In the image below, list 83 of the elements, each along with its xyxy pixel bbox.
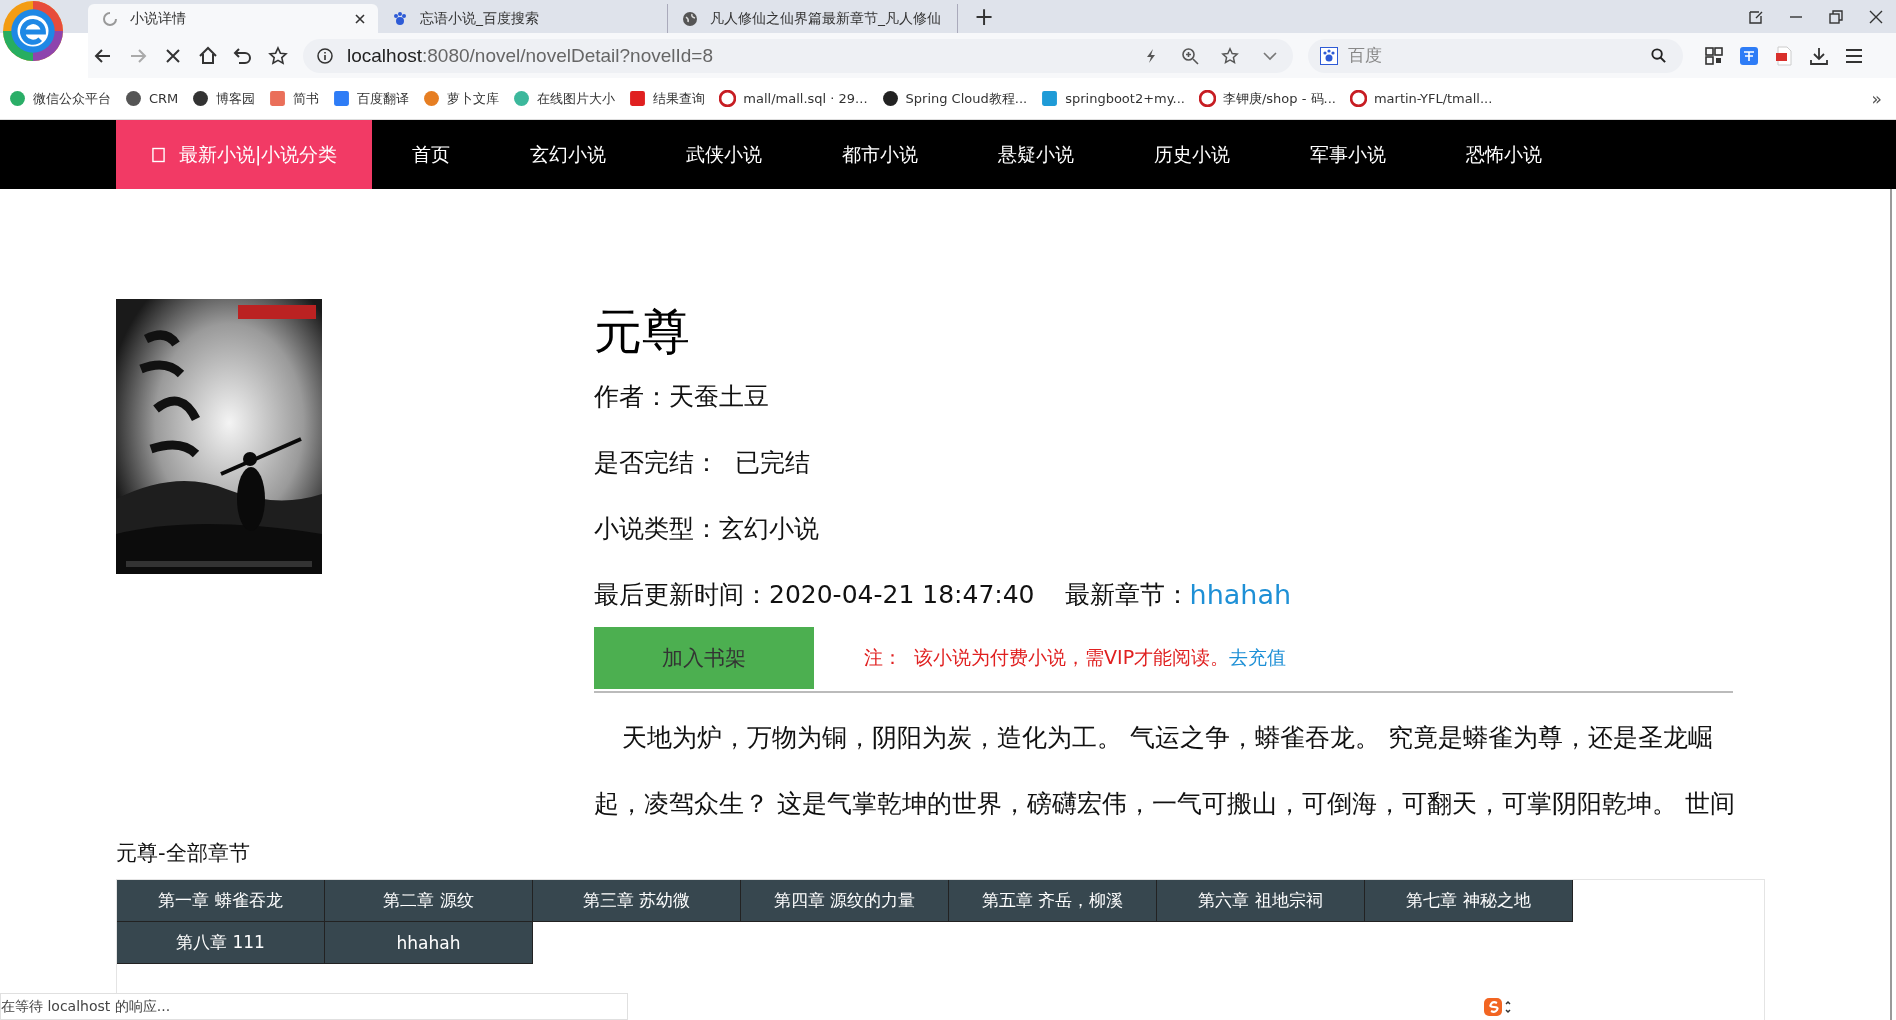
update-time-text: 最后更新时间：2020-04-21 18:47:40 xyxy=(594,579,1035,611)
square-icon xyxy=(269,90,287,107)
input-method-icon[interactable] xyxy=(1484,997,1514,1017)
square-icon xyxy=(629,90,647,107)
vip-notice-text: 注： 该小说为付费小说，需VIP才能阅读。 xyxy=(864,645,1230,670)
bookmark-link[interactable]: martin-YFL/tmall... xyxy=(1349,90,1493,107)
paw-icon xyxy=(392,10,408,27)
search-icon[interactable] xyxy=(1650,47,1667,64)
bookmark-link[interactable]: 百度翻译 xyxy=(333,89,410,108)
search-field[interactable]: 百度 xyxy=(1308,38,1683,73)
browser-tab[interactable]: 小说详情 xyxy=(88,4,378,33)
undo-icon[interactable] xyxy=(233,45,253,66)
paw-icon xyxy=(1320,46,1338,65)
chapter-link[interactable]: 第五章 齐岳，柳溪 xyxy=(949,880,1157,922)
bookmark-link[interactable]: CRM xyxy=(125,90,179,107)
circle-icon xyxy=(423,90,441,107)
bookmark-link[interactable]: mall/mall.sql · 29... xyxy=(719,90,868,107)
recharge-link[interactable]: 去充值 xyxy=(1229,645,1287,671)
description-text: 天地为炉，万物为铜，阴阳为炭，造化为工。 气运之争，蟒雀吞龙。 究竟是蟒雀为尊，还是圣龙崛 xyxy=(621,722,1714,754)
square-icon xyxy=(152,146,165,163)
chapters-heading: 元尊-全部章节 xyxy=(116,840,251,867)
nav-link[interactable]: 悬疑小说 xyxy=(958,120,1115,189)
chapter-link[interactable]: 第三章 苏幼微 xyxy=(533,880,741,922)
bookmark-link[interactable]: 李钾庚/shop - 码... xyxy=(1198,89,1336,108)
bookmark-link[interactable]: Spring Cloud教程... xyxy=(881,89,1028,108)
latest-chapter-label: 最新章节： xyxy=(1064,579,1190,611)
close-icon[interactable] xyxy=(354,12,366,25)
bookmark-link[interactable]: 萝卜文库 xyxy=(423,89,500,108)
author-text: 作者：天蚕土豆 xyxy=(594,381,770,413)
restore-icon[interactable] xyxy=(1828,8,1844,25)
search-input[interactable]: 百度 xyxy=(1346,44,1634,67)
zoom-icon[interactable] xyxy=(1181,46,1199,65)
pdf-icon[interactable] xyxy=(1774,45,1794,66)
bookmark-link[interactable]: 微信公众平台 xyxy=(9,89,111,108)
nav-link[interactable]: 武侠小说 xyxy=(646,120,803,189)
finished-status-text: 是否完结： 已完结 xyxy=(594,447,811,479)
nav-link[interactable]: 恐怖小说 xyxy=(1426,120,1583,189)
scrollbar[interactable] xyxy=(1890,189,1892,1020)
nav-link[interactable]: 玄幻小说 xyxy=(490,120,647,189)
bookmark-link[interactable]: springboot2+my... xyxy=(1041,90,1185,107)
bookmark-link[interactable]: 结果查询 xyxy=(629,89,706,108)
translate-icon[interactable] xyxy=(1739,45,1759,66)
description-text: 起，凌驾众生？ 这是气掌乾坤的世界，磅礴宏伟，一气可搬山，可倒海，可翻天，可掌阴阳乾坤。 世间 xyxy=(594,788,1733,820)
close-icon[interactable] xyxy=(1868,8,1884,25)
qr-code-icon[interactable] xyxy=(1704,45,1724,66)
nav-link[interactable]: 最新小说|小说分类 xyxy=(116,120,373,189)
ring-icon xyxy=(719,90,737,107)
nav-link[interactable]: 历史小说 xyxy=(1114,120,1271,189)
chapter-link[interactable]: 第八章 111 xyxy=(117,922,325,964)
circle-icon xyxy=(513,90,531,107)
novel-title: 元尊 xyxy=(594,302,691,355)
chapter-link[interactable]: 第四章 源纹的力量 xyxy=(741,880,949,922)
square-icon xyxy=(333,90,351,107)
bookmark-link[interactable]: 简书 xyxy=(269,89,320,108)
circle-icon xyxy=(881,90,899,107)
chapter-link[interactable]: 第六章 祖地宗祠 xyxy=(1157,880,1365,922)
address-bar[interactable]: localhost:8080/novel/novelDetail?novelId=8 xyxy=(303,38,1293,73)
loading-spinner-icon xyxy=(102,10,118,27)
chapter-link[interactable]: 第七章 神秘之地 xyxy=(1365,880,1573,922)
new-tab-button[interactable]: + xyxy=(958,0,1011,33)
ring-icon xyxy=(1349,90,1367,107)
nav-link[interactable]: 军事小说 xyxy=(1270,120,1427,189)
circle-icon xyxy=(192,90,210,107)
ring-icon xyxy=(1198,90,1216,107)
bookmark-link[interactable]: 博客园 xyxy=(192,89,256,108)
category-text: 小说类型：玄幻小说 xyxy=(594,513,820,545)
status-bar: 在等待 localhost 的响应... xyxy=(0,993,628,1020)
circle-icon xyxy=(9,90,26,107)
add-to-shelf-button[interactable]: 加入书架 xyxy=(594,627,814,689)
info-icon[interactable] xyxy=(317,47,333,64)
star-icon[interactable] xyxy=(1221,46,1239,65)
chapter-link[interactable]: 第二章 源纹 xyxy=(325,880,533,922)
chapter-link[interactable]: hhahah xyxy=(325,922,533,964)
note-icon[interactable] xyxy=(1748,8,1764,25)
download-icon[interactable] xyxy=(1809,45,1829,66)
nav-link[interactable]: 都市小说 xyxy=(802,120,959,189)
bookmark-link[interactable]: 在线图片大小 xyxy=(513,89,616,108)
square-icon xyxy=(1041,90,1059,107)
star-icon[interactable] xyxy=(268,45,288,66)
more-bookmarks-button[interactable]: » xyxy=(1871,88,1882,109)
chapter-link[interactable]: 第一章 蟒雀吞龙 xyxy=(117,880,325,922)
home-icon[interactable] xyxy=(198,45,218,66)
nav-link[interactable]: 首页 xyxy=(372,120,491,189)
